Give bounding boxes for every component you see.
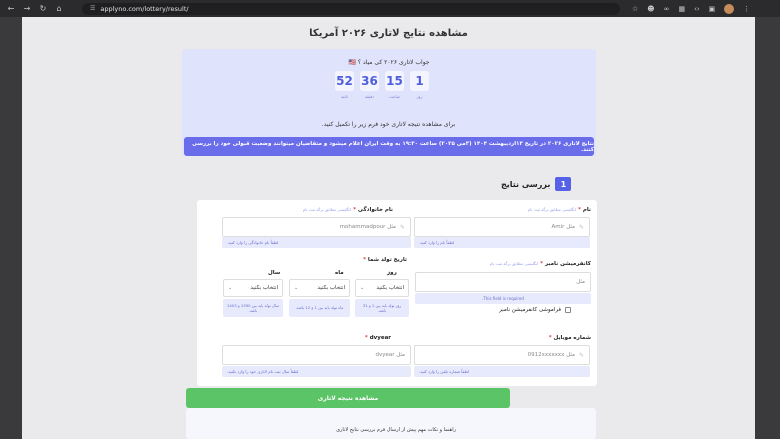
birth-day-label: روز [387, 270, 397, 276]
checkbox-box[interactable] [565, 307, 571, 313]
section-number: 1 [555, 177, 572, 191]
confirmation-input[interactable]: مثل [415, 272, 591, 292]
address-bar-url: applyno.com/lottery/result/ [100, 4, 189, 13]
first-name-label: نام * انگلیسی مطابق برگه ثبت نام [527, 207, 591, 213]
mobile-hint: لطفاً شماره تلفن را وارد کنید. [414, 366, 590, 377]
pencil-icon: ✎ [578, 351, 584, 359]
confirmation-label: کانفرمیشن نامبر * انگلیسی مطابق برگه ثبت… [489, 261, 591, 267]
pencil-icon: ✎ [578, 223, 584, 231]
chevron-down-icon: ⌄ [360, 285, 365, 291]
profile-icon[interactable]: ☻ [647, 5, 654, 13]
birth-day-hint: روز تولد باید بین 1 و 31 باشد. [355, 299, 409, 317]
result-form: نام * انگلیسی مطابق برگه ثبت نام Amir مث… [197, 200, 597, 386]
chevron-down-icon: ⌄ [294, 285, 299, 291]
dvyear-input[interactable]: dvyear مثل [222, 345, 411, 365]
forgot-confirmation-checkbox[interactable]: فراموشی کانفرمیشن نامبر [499, 307, 571, 313]
dvyear-hint: لطفاً سال ثبت نام لاتاری خود را وارد بکن… [222, 366, 411, 377]
address-bar[interactable]: ☰ applyno.com/lottery/result/ [82, 2, 620, 15]
mobile-label: شماره موبایل * [548, 335, 591, 341]
tips-panel: راهنما و نکات مهم پیش از ارسال فرم بررسی… [186, 408, 596, 439]
last-name-input[interactable]: mohammadpour مثل ✎ [222, 217, 411, 237]
birth-month-hint: ماه تولد باید بین 1 و 12 باشد. [289, 299, 350, 317]
birth-month-select[interactable]: ⌄ انتخاب بکنید [289, 279, 350, 297]
page-title: مشاهده نتایج لاتاری ۲۰۲۶ آمریکا [309, 28, 468, 39]
confirmation-error: This field is required. [415, 293, 591, 304]
extensions-icon[interactable]: ∞ [664, 5, 670, 13]
hero-question: جواب لاتاری ۲۰۲۶ کی میاد ؟ 🇺🇸 [348, 59, 430, 66]
birth-year-hint: سال تولد باید بین 1390 و 1403 باشد. [223, 299, 283, 317]
section-header: بررسی نتایج 1 [501, 177, 572, 191]
birth-month-label: ماه [335, 270, 344, 276]
menu-icon[interactable]: ⋮ [743, 5, 750, 13]
home-icon[interactable]: ⌂ [54, 4, 64, 13]
announcement-banner: نتایج لاتاری ۲۰۲۶ در تاریخ ۱۳اردیبهشت ۱۴… [184, 137, 594, 156]
birth-year-select[interactable]: ⌄ انتخاب بکنید [223, 279, 283, 297]
chevron-down-icon: ⌄ [228, 285, 233, 291]
countdown-days: 1 روز [410, 71, 429, 99]
birth-date-label: تاریخ تولد شما * [363, 257, 407, 263]
sidebar-icon[interactable]: ▣ [709, 5, 716, 13]
tips-title: راهنما و نکات مهم پیش از ارسال فرم بررسی… [336, 427, 456, 433]
pencil-icon: ✎ [399, 223, 405, 231]
browser-actions: ☆ ☻ ∞ ▦ ‹› ▣ ⋮ [632, 3, 750, 14]
page-content: مشاهده نتایج لاتاری ۲۰۲۶ آمریکا جواب لات… [22, 17, 755, 439]
countdown-seconds: 52 ثانیه [335, 71, 354, 99]
bookmark-star-icon[interactable]: ☆ [632, 5, 638, 13]
devtools-icon[interactable]: ‹› [694, 5, 700, 13]
reload-icon[interactable]: ↻ [38, 4, 48, 13]
countdown-timer: 52 ثانیه 36 دقیقه 15 ساعت 1 روز [335, 71, 429, 99]
first-name-hint: لطفاً نام را وارد کنید. [414, 237, 590, 248]
site-info-icon[interactable]: ☰ [90, 5, 95, 12]
back-icon[interactable]: ← [6, 4, 16, 13]
countdown-minutes: 36 دقیقه [360, 71, 379, 99]
countdown-hours: 15 ساعت [385, 71, 404, 99]
last-name-hint: لطفاً نام خانوادگی را وارد کنید. [222, 237, 411, 248]
section-title: بررسی نتایج [501, 179, 551, 189]
first-name-input[interactable]: Amir مثل ✎ [414, 217, 590, 237]
mobile-input[interactable]: 0912xxxxxxx مثل ✎ [414, 345, 590, 365]
birth-day-select[interactable]: ⌄ انتخاب بکنید [355, 279, 409, 297]
browser-nav: ← → ↻ ⌂ [6, 4, 82, 13]
view-result-button[interactable]: مشاهده نتیجه لاتاری [186, 388, 510, 408]
dvyear-label: dvyear * [364, 335, 391, 341]
avatar[interactable] [724, 3, 735, 14]
forward-icon[interactable]: → [22, 4, 32, 13]
tabs-icon[interactable]: ▦ [678, 5, 685, 13]
form-instruction: برای مشاهده نتیجه لاتاری خود فرم زیر را … [321, 121, 456, 128]
browser-toolbar: ← → ↻ ⌂ ☰ applyno.com/lottery/result/ ☆ … [0, 0, 780, 17]
last-name-label: نام خانوادگی * انگلیسی مطابق برگه ثبت نا… [302, 207, 393, 213]
birth-year-label: سال [268, 270, 281, 276]
